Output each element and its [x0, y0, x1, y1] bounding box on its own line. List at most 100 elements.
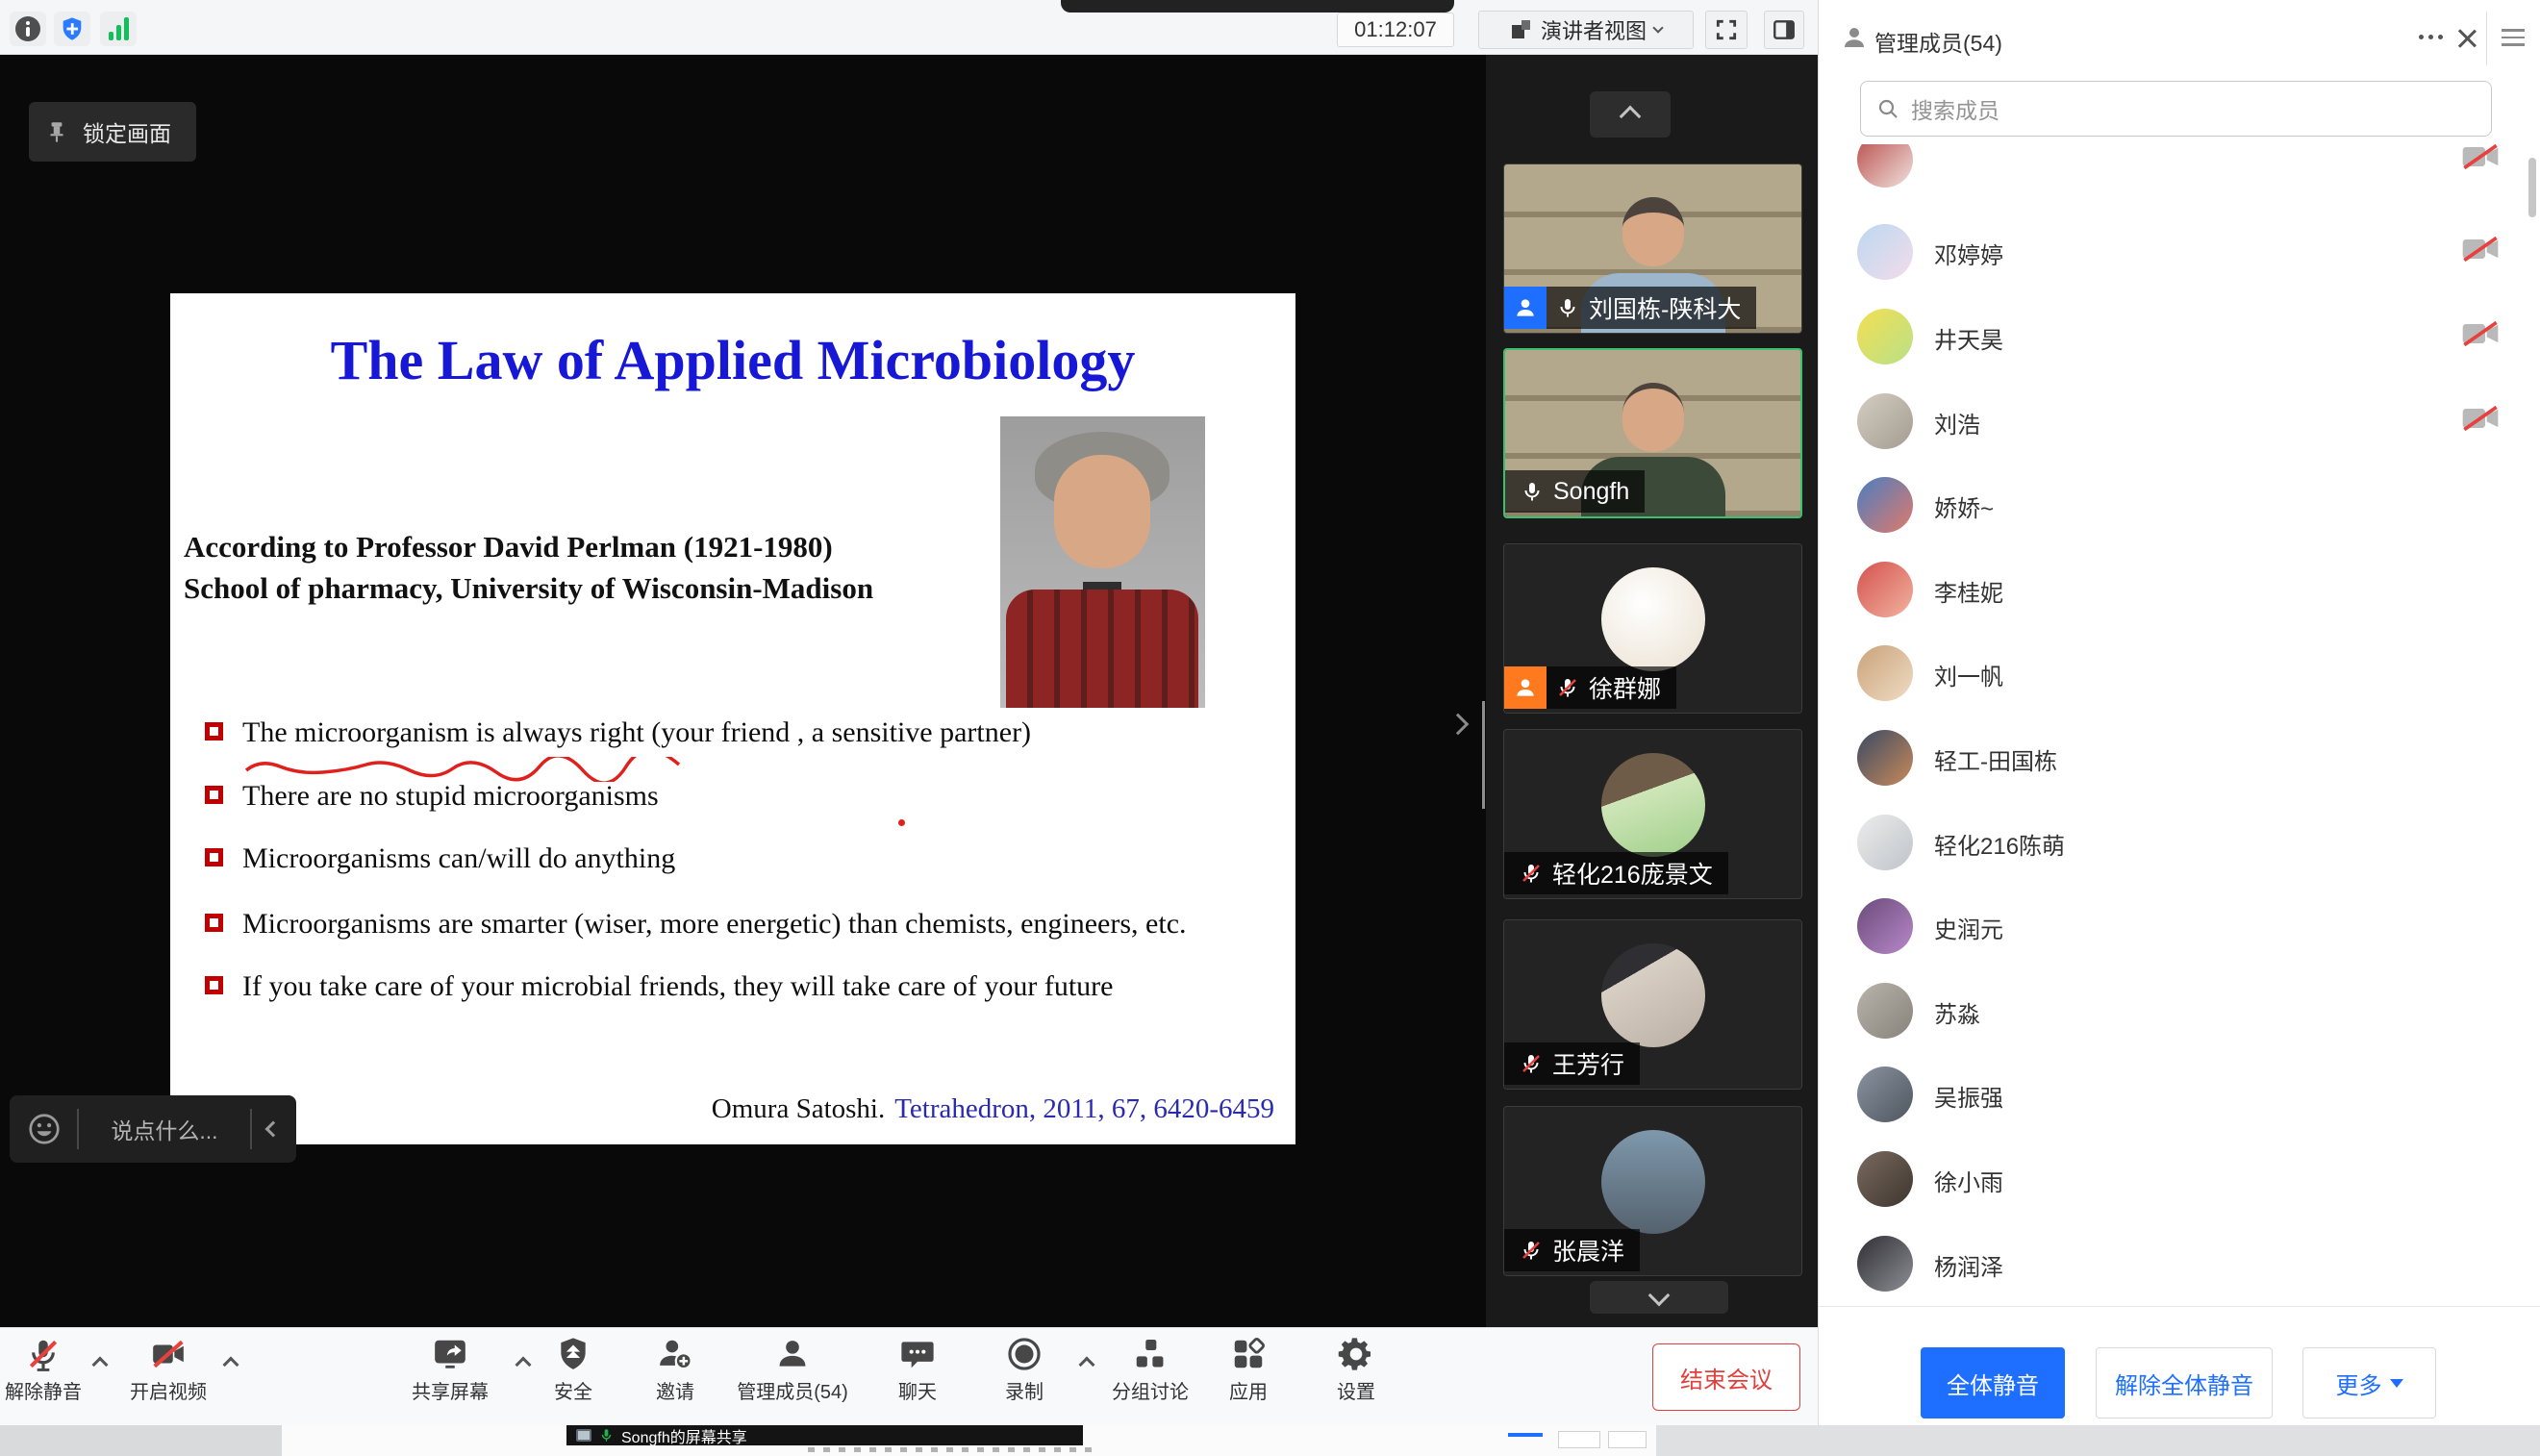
more-label: 更多 — [2336, 1367, 2382, 1400]
search-member-input[interactable]: 搜索成员 — [1860, 81, 2492, 137]
member-row[interactable]: 吴振强 — [1819, 1052, 2540, 1137]
toolbar-apps-button[interactable]: 应用 — [1186, 1336, 1311, 1404]
member-row[interactable]: 井天昊 — [1819, 294, 2540, 379]
avatar — [1857, 815, 1913, 870]
bullet-square-icon — [205, 722, 223, 741]
tile-name-strip: 张晨洋 — [1504, 1229, 1640, 1271]
toolbar-unmute-button[interactable]: 解除静音 — [0, 1336, 106, 1404]
avatar — [1857, 983, 1913, 1039]
mic-muted-icon — [1520, 1052, 1543, 1075]
member-row[interactable]: 刘一帆 — [1819, 631, 2540, 715]
member-name: 轻化216陈萌 — [1934, 827, 2065, 861]
scrollbar-thumb[interactable] — [2528, 158, 2536, 217]
toolbar-settings-button[interactable]: 设置 — [1294, 1336, 1419, 1404]
red-wavy-annotation — [241, 757, 722, 782]
meeting-info-button[interactable] — [10, 12, 46, 46]
tile-name-strip: 轻化216庞景文 — [1504, 852, 1728, 894]
pin-icon — [44, 119, 69, 144]
lock-view-button[interactable]: 锁定画面 — [29, 102, 196, 162]
expand-thumbnails-button[interactable] — [1450, 716, 1466, 737]
member-row[interactable]: 轻工-田国栋 — [1819, 715, 2540, 800]
tile-name-strip: 王芳行 — [1504, 1042, 1640, 1085]
red-dot-annotation — [898, 819, 905, 826]
side-panel-toggle-button[interactable] — [1764, 11, 1804, 49]
toolbar-share-screen-button[interactable]: 共享屏幕 — [388, 1336, 513, 1404]
member-row[interactable]: 苏淼 — [1819, 968, 2540, 1053]
avatar — [1857, 309, 1913, 364]
video-tile[interactable]: 王芳行 — [1503, 919, 1802, 1090]
desktop-strip: Songfh的屏幕共享 — [0, 1425, 2540, 1456]
toolbar-start-video-button[interactable]: 开启视频 — [106, 1336, 231, 1404]
member-row[interactable]: 史润元 — [1819, 884, 2540, 968]
scroll-tiles-down-button[interactable] — [1590, 1281, 1728, 1314]
chat-input-placeholder[interactable]: 说点什么... — [94, 1113, 235, 1145]
member-row[interactable]: 杨润泽 — [1819, 1221, 2540, 1304]
member-row[interactable]: 轻化216陈萌 — [1819, 800, 2540, 885]
layout-grid-icon — [1510, 18, 1533, 41]
mini-toolbar-preview — [808, 1447, 1096, 1452]
member-row[interactable]: 刘浩 — [1819, 379, 2540, 464]
tile-name-strip: 刘国栋-陕科大 — [1504, 287, 1756, 329]
member-row[interactable]: 徐小雨 — [1819, 1137, 2540, 1221]
member-name: 轻工-田国栋 — [1934, 742, 2057, 776]
meeting-timer: 01:12:07 — [1337, 13, 1454, 47]
professor-photo — [1000, 416, 1205, 708]
more-button[interactable]: 更多 — [2302, 1347, 2436, 1418]
camera-off-icon — [2461, 319, 2500, 348]
toolbar-record-button[interactable]: 录制 — [962, 1336, 1087, 1404]
emoji-smiley-icon[interactable] — [27, 1112, 62, 1146]
member-row[interactable]: 邓婷婷 — [1819, 210, 2540, 294]
meeting-security-button[interactable] — [54, 12, 90, 46]
close-panel-icon[interactable] — [2455, 27, 2478, 50]
video-tile[interactable]: 刘国栋-陕科大 — [1503, 163, 1802, 334]
mic-muted-icon — [25, 1336, 62, 1372]
bullet-text: The microorganism is always right (your … — [242, 716, 1031, 749]
unmute-all-button[interactable]: 解除全体静音 — [2096, 1347, 2273, 1418]
network-status-button[interactable] — [100, 12, 137, 46]
avatar — [1601, 943, 1705, 1047]
share-indicator-label: Songfh的屏幕共享 — [621, 1424, 747, 1447]
more-options-icon[interactable] — [2419, 35, 2443, 39]
mute-all-label: 全体静音 — [1947, 1367, 2039, 1400]
hamburger-menu-icon[interactable] — [2502, 29, 2525, 46]
bullet-text: Microorganisms can/will do anything — [242, 842, 675, 875]
layout-view-label: 演讲者视图 — [1541, 14, 1647, 45]
video-tile[interactable]: 张晨洋 — [1503, 1106, 1802, 1276]
search-icon — [1876, 97, 1899, 120]
slide-citation: Omura Satoshi.Tetrahedron, 2011, 67, 642… — [712, 1093, 1274, 1125]
docked-control-tab[interactable] — [1061, 0, 1454, 13]
mute-all-button[interactable]: 全体静音 — [1921, 1347, 2065, 1418]
member-list: 邓婷婷 井天昊 刘浩 — [1819, 144, 2540, 1304]
top-bar: 01:12:07 演讲者视图 — [0, 0, 1818, 55]
fullscreen-button[interactable] — [1705, 11, 1748, 49]
record-icon — [1006, 1336, 1043, 1372]
screen-share-indicator-bar[interactable]: Songfh的屏幕共享 — [566, 1425, 1083, 1445]
member-name: 娇娇~ — [1934, 490, 1994, 523]
video-tile[interactable]: 轻化216庞景文 — [1503, 729, 1802, 899]
collapse-chat-icon[interactable] — [265, 1121, 282, 1138]
avatar — [1601, 567, 1705, 671]
mic-muted-icon — [1520, 862, 1543, 885]
triangle-down-icon — [2390, 1379, 2403, 1388]
member-row-partial[interactable] — [1819, 144, 2540, 202]
video-tile[interactable]: 徐群娜 — [1503, 543, 1802, 714]
scroll-tiles-up-button[interactable] — [1590, 91, 1671, 138]
tile-name-strip: 徐群娜 — [1504, 666, 1676, 709]
breakout-rooms-icon — [1132, 1336, 1169, 1372]
member-row[interactable]: 李桂妮 — [1819, 547, 2540, 632]
end-meeting-button[interactable]: 结束会议 — [1652, 1343, 1800, 1411]
member-row[interactable]: 娇娇~ — [1819, 463, 2540, 547]
window-icon — [576, 1429, 591, 1442]
host-badge-icon — [1504, 287, 1547, 329]
security-shield-icon — [555, 1336, 591, 1372]
video-tile-active-speaker[interactable]: Songfh — [1503, 348, 1802, 518]
panel-toggle-icon — [1772, 17, 1797, 42]
members-panel-title: 管理成员(54) — [1874, 25, 2002, 58]
mic-muted-icon — [1520, 1239, 1543, 1262]
member-name: 史润元 — [1934, 911, 2003, 944]
camera-off-icon — [2461, 235, 2500, 264]
layout-view-button[interactable]: 演讲者视图 — [1478, 11, 1694, 49]
toolbar-manage-members-button[interactable]: 管理成员(54) — [716, 1336, 869, 1404]
chat-quick-input[interactable]: 说点什么... — [10, 1095, 296, 1163]
bullet-text: If you take care of your microbial frien… — [242, 970, 1113, 1003]
